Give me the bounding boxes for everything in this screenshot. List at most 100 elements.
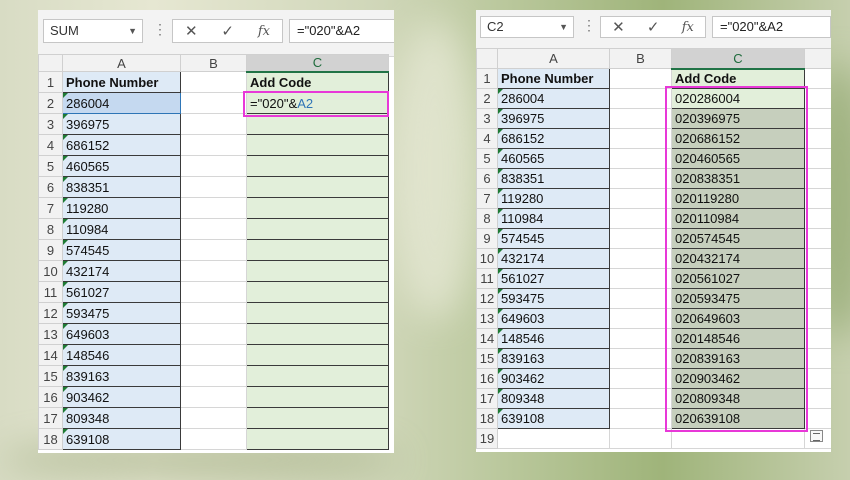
empty-cell[interactable] <box>804 208 831 229</box>
empty-cell[interactable] <box>804 88 831 109</box>
empty-cell[interactable] <box>180 386 247 408</box>
column-header-a[interactable]: A <box>62 54 181 72</box>
cell-b1[interactable] <box>609 68 672 89</box>
function-icon[interactable]: fx <box>258 24 270 39</box>
phone-cell[interactable]: 839163 <box>497 348 610 369</box>
phone-cell[interactable]: 460565 <box>497 148 610 169</box>
code-cell[interactable] <box>246 302 389 324</box>
row-header[interactable]: 17 <box>38 407 63 429</box>
row-header[interactable]: 6 <box>38 176 63 198</box>
phone-cell[interactable]: 561027 <box>62 281 181 303</box>
row-header[interactable]: 13 <box>476 308 498 329</box>
row-header[interactable]: 4 <box>476 128 498 149</box>
empty-cell[interactable] <box>804 368 831 389</box>
phone-cell[interactable]: 809348 <box>62 407 181 429</box>
empty-cell[interactable] <box>180 155 247 177</box>
code-cell[interactable] <box>246 323 389 345</box>
phone-cell[interactable]: 593475 <box>62 302 181 324</box>
row-header[interactable]: 7 <box>476 188 498 209</box>
column-header-b[interactable]: B <box>609 48 672 69</box>
empty-cell[interactable] <box>180 134 247 156</box>
phone-cell[interactable]: 396975 <box>62 113 181 135</box>
phone-cell[interactable]: 649603 <box>62 323 181 345</box>
cancel-icon[interactable]: ✕ <box>612 18 625 36</box>
row-header[interactable]: 8 <box>38 218 63 240</box>
empty-cell[interactable] <box>609 188 672 209</box>
phone-cell[interactable]: 838351 <box>497 168 610 189</box>
phone-cell[interactable]: 574545 <box>62 239 181 261</box>
phone-cell[interactable]: 561027 <box>497 268 610 289</box>
column-header-b[interactable]: B <box>180 54 247 72</box>
formula-input[interactable]: ="020"&A2 <box>289 19 394 43</box>
phone-cell[interactable]: 686152 <box>497 128 610 149</box>
phone-cell[interactable]: 286004 <box>497 88 610 109</box>
select-all-corner[interactable] <box>476 48 498 69</box>
empty-cell[interactable] <box>609 228 672 249</box>
phone-cell[interactable]: 838351 <box>62 176 181 198</box>
phone-cell[interactable]: 639108 <box>497 408 610 429</box>
row-header[interactable]: 12 <box>476 288 498 309</box>
code-cell[interactable] <box>246 344 389 366</box>
column-header-a[interactable]: A <box>497 48 610 69</box>
column-header-c[interactable]: C <box>671 48 805 70</box>
empty-cell[interactable] <box>804 408 831 429</box>
empty-cell[interactable] <box>804 388 831 409</box>
cancel-icon[interactable]: ✕ <box>185 22 198 40</box>
code-cell[interactable] <box>246 260 389 282</box>
row-header[interactable]: 3 <box>38 113 63 135</box>
cell-a2[interactable]: 286004 <box>62 92 181 114</box>
chevron-down-icon[interactable]: ▼ <box>128 20 137 42</box>
row-header[interactable]: 6 <box>476 168 498 189</box>
empty-cell[interactable] <box>804 348 831 369</box>
chevron-down-icon[interactable]: ▼ <box>559 17 568 37</box>
empty-cell[interactable] <box>609 268 672 289</box>
code-cell[interactable] <box>246 197 389 219</box>
row-header[interactable]: 5 <box>476 148 498 169</box>
code-cell[interactable] <box>246 281 389 303</box>
row-header[interactable]: 3 <box>476 108 498 129</box>
column-header-d[interactable] <box>804 48 831 69</box>
phone-cell[interactable]: 839163 <box>62 365 181 387</box>
empty-cell[interactable] <box>804 128 831 149</box>
phone-cell[interactable]: 809348 <box>497 388 610 409</box>
code-cell[interactable] <box>246 218 389 240</box>
phone-cell[interactable]: 649603 <box>497 308 610 329</box>
enter-icon[interactable]: ✓ <box>221 22 234 40</box>
function-icon[interactable]: fx <box>682 20 694 35</box>
cell-b2[interactable] <box>180 92 247 114</box>
empty-cell[interactable] <box>180 176 247 198</box>
row-header[interactable]: 2 <box>38 92 63 114</box>
row-header[interactable]: 12 <box>38 302 63 324</box>
cell-d1[interactable] <box>804 68 831 89</box>
code-cell[interactable] <box>246 239 389 261</box>
row-header[interactable]: 14 <box>38 344 63 366</box>
empty-cell[interactable] <box>609 208 672 229</box>
empty-cell[interactable] <box>804 248 831 269</box>
row-header[interactable]: 9 <box>476 228 498 249</box>
row-header[interactable]: 17 <box>476 388 498 409</box>
row-header[interactable]: 1 <box>38 71 63 93</box>
phone-cell[interactable]: 432174 <box>62 260 181 282</box>
empty-cell[interactable] <box>804 108 831 129</box>
code-cell[interactable] <box>246 134 389 156</box>
row-header[interactable]: 18 <box>38 428 63 450</box>
enter-icon[interactable]: ✓ <box>647 18 660 36</box>
cell-a1[interactable]: Phone Number <box>497 68 610 89</box>
row-header[interactable]: 16 <box>38 386 63 408</box>
code-cell[interactable] <box>246 386 389 408</box>
empty-cell[interactable] <box>180 239 247 261</box>
column-header-c[interactable]: C <box>246 54 389 73</box>
empty-cell[interactable] <box>804 148 831 169</box>
empty-cell[interactable] <box>804 168 831 189</box>
row-header[interactable]: 11 <box>476 268 498 289</box>
empty-cell[interactable] <box>180 407 247 429</box>
empty-cell[interactable] <box>609 388 672 409</box>
row-header[interactable]: 1 <box>476 68 498 89</box>
select-all-corner[interactable] <box>38 54 63 72</box>
row-header[interactable]: 10 <box>38 260 63 282</box>
empty-cell[interactable] <box>609 108 672 129</box>
empty-cell[interactable] <box>497 428 610 449</box>
empty-cell[interactable] <box>609 308 672 329</box>
row-header[interactable]: 15 <box>476 348 498 369</box>
empty-cell[interactable] <box>180 344 247 366</box>
